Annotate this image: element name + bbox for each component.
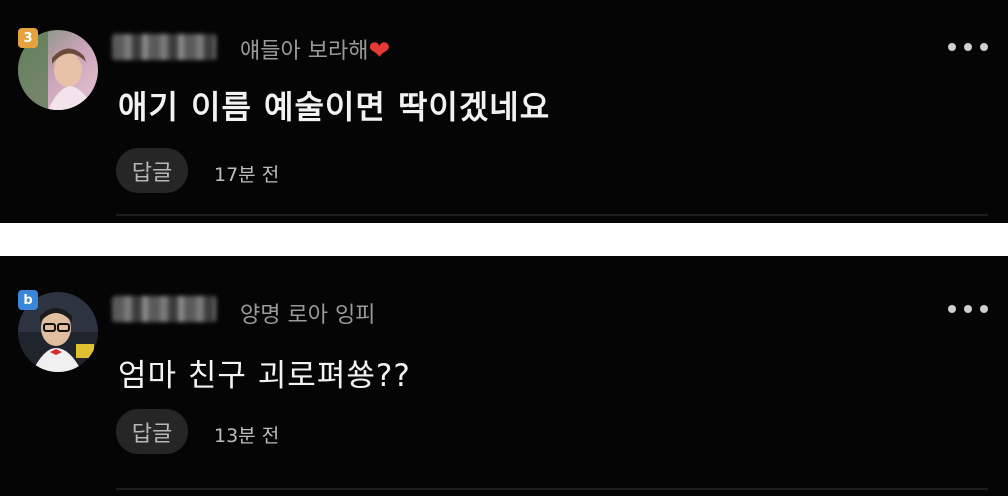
more-dot [948,43,956,51]
screenshot: 3 얘들아 보라해❤ 애기 이름 예술이면 딱이겠네요 답글 17분 전 b 양… [0,0,1008,496]
reply-button[interactable]: 답글 [116,148,188,193]
user-title: 얘들아 보라해❤ [240,33,391,66]
comment-text: 엄마 친구 괴로펴쑝?? [118,358,411,394]
user-title: 양명 로아 잉피 [240,303,376,328]
more-icon[interactable] [948,302,988,316]
divider [116,488,988,490]
separator-band [0,223,1008,256]
more-dot [964,305,972,313]
reply-button[interactable]: 답글 [116,409,188,454]
more-icon[interactable] [948,40,988,54]
more-dot [980,305,988,313]
timestamp: 13분 전 [214,425,280,447]
blurred-nickname [112,34,216,60]
more-dot [964,43,972,51]
comment-card: b 양명 로아 잉피 엄마 친구 괴로펴쑝?? 답글 13분 전 [0,256,1008,496]
comment-card: 3 얘들아 보라해❤ 애기 이름 예술이면 딱이겠네요 답글 17분 전 [0,0,1008,223]
user-title-text: 얘들아 보라해 [240,39,369,64]
timestamp: 17분 전 [214,164,280,186]
level-badge: b [18,290,38,310]
level-badge: 3 [18,28,38,48]
comment-text: 애기 이름 예술이면 딱이겠네요 [118,88,551,126]
heart-icon: ❤ [368,36,391,66]
divider [116,214,988,216]
more-dot [980,43,988,51]
more-dot [948,305,956,313]
blurred-nickname [112,296,216,322]
